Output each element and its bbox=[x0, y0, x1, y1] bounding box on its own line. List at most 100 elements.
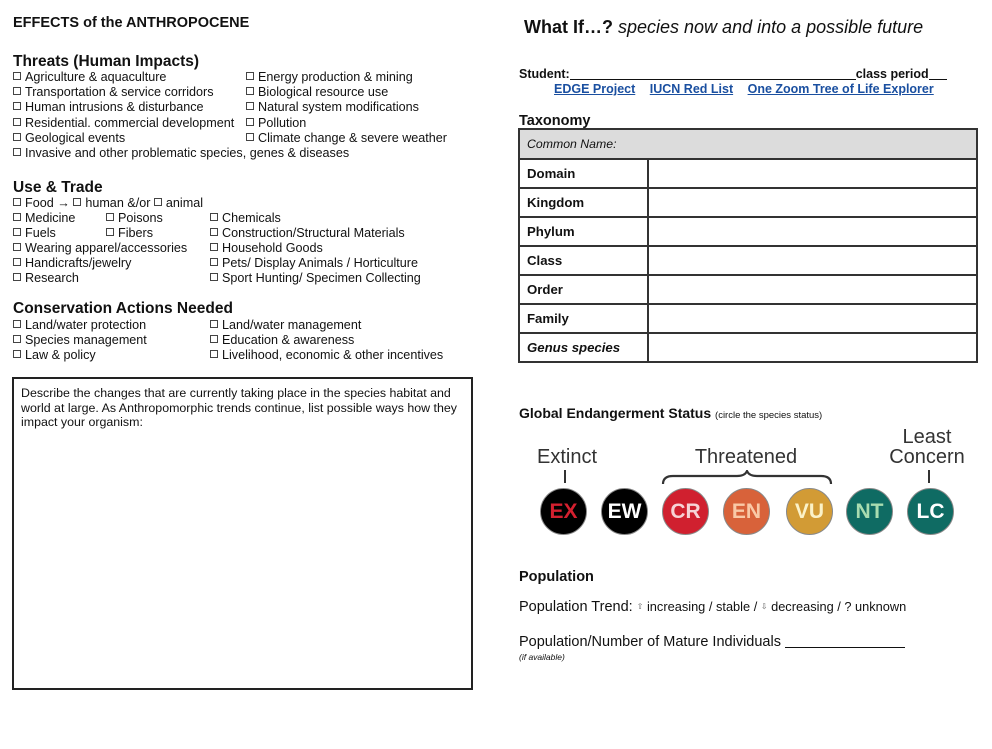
checkbox[interactable] bbox=[13, 228, 21, 236]
link-iucn-red-list[interactable]: IUCN Red List bbox=[650, 82, 733, 96]
threat-item[interactable]: Human intrusions & disturbance bbox=[13, 100, 246, 115]
status-circle-ex[interactable]: EX bbox=[540, 488, 587, 535]
conservation-item[interactable]: Law & policy bbox=[13, 348, 210, 363]
taxon-input[interactable] bbox=[647, 245, 978, 276]
threat-item[interactable]: Residential. commercial development bbox=[13, 116, 246, 131]
link-one-zoom[interactable]: One Zoom Tree of Life Explorer bbox=[748, 82, 934, 96]
conservation-item[interactable]: Education & awareness bbox=[210, 333, 354, 348]
checkbox[interactable] bbox=[210, 213, 218, 221]
student-line: Student: class period bbox=[519, 67, 947, 81]
checkbox[interactable] bbox=[13, 72, 21, 80]
checkbox[interactable] bbox=[73, 198, 82, 206]
checkbox[interactable] bbox=[246, 87, 254, 95]
conservation-item[interactable]: Land/water management bbox=[210, 318, 361, 333]
conservation-item[interactable]: Land/water protection bbox=[13, 318, 210, 333]
checkbox[interactable] bbox=[210, 258, 218, 266]
checkbox[interactable] bbox=[13, 320, 21, 328]
student-name-field[interactable] bbox=[569, 67, 856, 80]
page-title-right: What If…? species now and into a possibl… bbox=[524, 17, 923, 38]
taxon-input[interactable] bbox=[647, 332, 978, 363]
use-item[interactable]: Household Goods bbox=[210, 241, 323, 256]
checkbox[interactable] bbox=[13, 335, 21, 343]
checkbox[interactable] bbox=[13, 148, 21, 156]
use-item[interactable]: Pets/ Display Animals / Horticulture bbox=[210, 256, 418, 271]
checkbox[interactable] bbox=[13, 87, 21, 95]
taxon-input[interactable] bbox=[647, 216, 978, 247]
use-item[interactable]: Medicine bbox=[13, 211, 106, 226]
status-circle-ew[interactable]: EW bbox=[601, 488, 648, 535]
use-item-food[interactable]: Food → human &/or animal bbox=[13, 196, 203, 211]
threat-item[interactable]: Biological resource use bbox=[246, 85, 388, 100]
use-item[interactable]: Fuels bbox=[13, 226, 106, 241]
status-circle-en[interactable]: EN bbox=[723, 488, 770, 535]
threat-item[interactable]: Natural system modifications bbox=[246, 100, 419, 115]
table-row: Family bbox=[518, 303, 978, 334]
class-period-field[interactable] bbox=[928, 67, 947, 80]
table-row: Phylum bbox=[518, 216, 978, 247]
threat-item[interactable]: Energy production & mining bbox=[246, 70, 413, 85]
checkbox[interactable] bbox=[13, 258, 21, 266]
taxon-input[interactable] bbox=[647, 274, 978, 305]
checkbox[interactable] bbox=[13, 350, 21, 358]
checkbox[interactable] bbox=[13, 213, 21, 221]
threat-item[interactable]: Climate change & severe weather bbox=[246, 131, 447, 146]
use-item[interactable]: Fibers bbox=[106, 226, 210, 241]
checkbox[interactable] bbox=[106, 228, 114, 236]
checkbox[interactable] bbox=[210, 320, 218, 328]
taxon-label: Class bbox=[518, 245, 649, 276]
taxon-label: Domain bbox=[518, 158, 649, 189]
trend-stable[interactable]: stable / bbox=[716, 599, 757, 614]
conservation-item[interactable]: Species management bbox=[13, 333, 210, 348]
use-item[interactable]: Handicrafts/jewelry bbox=[13, 256, 210, 271]
use-item[interactable]: Wearing apparel/accessories bbox=[13, 241, 210, 256]
checkbox[interactable] bbox=[106, 213, 114, 221]
taxon-input[interactable] bbox=[647, 187, 978, 218]
checkbox[interactable] bbox=[246, 102, 254, 110]
threats-heading: Threats (Human Impacts) bbox=[13, 53, 200, 70]
checkbox[interactable] bbox=[246, 133, 254, 141]
link-edge-project[interactable]: EDGE Project bbox=[554, 82, 635, 96]
checkbox[interactable] bbox=[210, 350, 218, 358]
threat-item[interactable]: Invasive and other problematic species, … bbox=[13, 146, 349, 161]
threat-item[interactable]: Pollution bbox=[246, 116, 306, 131]
class-period-label: class period bbox=[855, 67, 929, 81]
status-circle-lc[interactable]: LC bbox=[907, 488, 954, 535]
trend-increasing[interactable]: increasing / bbox=[647, 599, 712, 614]
taxon-input[interactable] bbox=[647, 158, 978, 189]
up-arrow-icon: ⇧ bbox=[636, 602, 644, 611]
use-item[interactable]: Sport Hunting/ Specimen Collecting bbox=[210, 271, 421, 286]
checkbox[interactable] bbox=[13, 243, 21, 251]
threat-item[interactable]: Agriculture & aquaculture bbox=[13, 70, 246, 85]
checkbox[interactable] bbox=[13, 273, 21, 281]
use-item[interactable]: Poisons bbox=[106, 211, 210, 226]
threat-item[interactable]: Geological events bbox=[13, 131, 246, 146]
checkbox[interactable] bbox=[246, 118, 254, 126]
checkbox[interactable] bbox=[210, 228, 218, 236]
checkbox[interactable] bbox=[153, 198, 162, 206]
trend-decreasing-unknown[interactable]: decreasing / ? unknown bbox=[771, 599, 906, 614]
use-item[interactable]: Construction/Structural Materials bbox=[210, 226, 405, 241]
status-circle-cr[interactable]: CR bbox=[662, 488, 709, 535]
checkbox[interactable] bbox=[13, 118, 21, 126]
status-circle-vu[interactable]: VU bbox=[786, 488, 833, 535]
use-item[interactable]: Chemicals bbox=[210, 211, 281, 226]
table-row: Class bbox=[518, 245, 978, 276]
threat-item[interactable]: Transportation & service corridors bbox=[13, 85, 246, 100]
checkbox[interactable] bbox=[246, 72, 254, 80]
checkbox[interactable] bbox=[210, 335, 218, 343]
conservation-item[interactable]: Livelihood, economic & other incentives bbox=[210, 348, 443, 363]
use-item[interactable]: Research bbox=[13, 271, 210, 286]
checkbox[interactable] bbox=[13, 102, 21, 110]
mature-count-field[interactable] bbox=[784, 635, 905, 648]
trend-label: Population Trend: bbox=[519, 599, 633, 615]
status-circle-nt[interactable]: NT bbox=[846, 488, 893, 535]
taxon-label: Kingdom bbox=[518, 187, 649, 218]
checkbox[interactable] bbox=[13, 198, 21, 206]
common-name-field[interactable]: Common Name: bbox=[518, 128, 978, 160]
describe-answer-box[interactable]: Describe the changes that are currently … bbox=[12, 377, 473, 690]
checkbox[interactable] bbox=[13, 133, 21, 141]
taxon-input[interactable] bbox=[647, 303, 978, 334]
checkbox[interactable] bbox=[210, 273, 218, 281]
describe-prompt: Describe the changes that are currently … bbox=[21, 386, 457, 429]
checkbox[interactable] bbox=[210, 243, 218, 251]
